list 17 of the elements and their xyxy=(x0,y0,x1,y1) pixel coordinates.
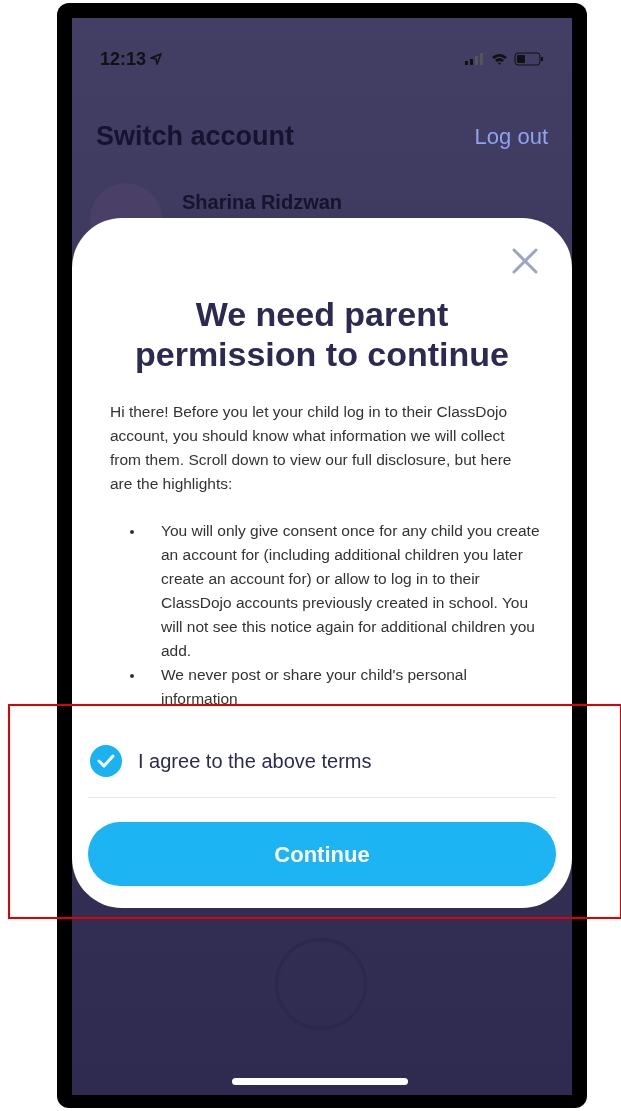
agree-label: I agree to the above terms xyxy=(138,749,372,774)
status-time: 12:13 xyxy=(100,47,147,71)
bullet-icon xyxy=(130,674,134,678)
bullet-text: We never post or share your child's personal information xyxy=(161,665,468,709)
continue-button[interactable]: Continue xyxy=(88,822,556,886)
location-arrow-icon xyxy=(150,53,163,65)
wifi-icon xyxy=(491,53,508,65)
bullet-text: You will only give consent once for any child you create an account for (including additional children you later create an account for) or allow to log in to their ClassDojo accounts previously created in school. You will not see this notice again for additional children you add. xyxy=(161,521,541,661)
logout-link[interactable]: Log out xyxy=(474,119,548,153)
signal-icon xyxy=(465,53,485,65)
bullet-icon xyxy=(130,530,134,534)
intro-text: Hi there! Before you let your child log in to their ClassDojo account, you should know what information we will collect from them. Scroll down to view our full disclosure, but here are the highlights: xyxy=(109,402,513,494)
dialog-title: We need parent permission to continue xyxy=(133,294,510,374)
check-icon xyxy=(97,754,115,768)
agree-checkbox[interactable] xyxy=(90,745,122,777)
battery-icon xyxy=(514,52,544,66)
close-icon[interactable] xyxy=(512,248,538,274)
